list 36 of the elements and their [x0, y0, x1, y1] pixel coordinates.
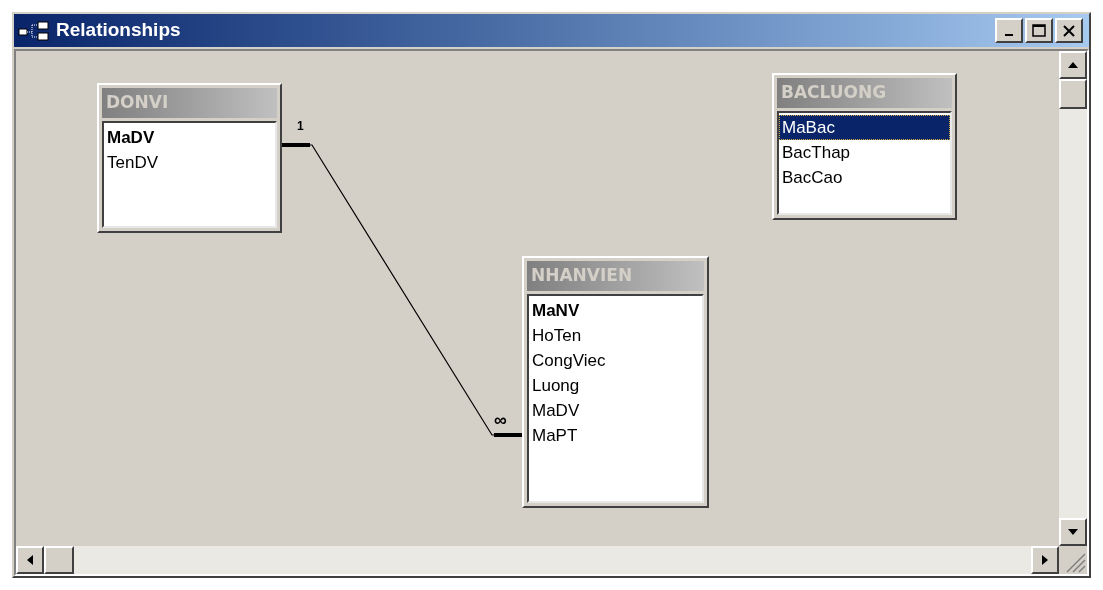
- down-arrow-icon: [1068, 529, 1078, 535]
- field-item[interactable]: CongViec: [529, 348, 702, 373]
- scroll-right-button[interactable]: [1031, 546, 1059, 574]
- relationships-icon: [18, 20, 52, 41]
- window-title: Relationships: [56, 18, 181, 43]
- left-arrow-icon: [27, 555, 33, 565]
- minimize-button[interactable]: [995, 18, 1023, 43]
- vertical-scrollbar[interactable]: [1059, 51, 1087, 546]
- table-window[interactable]: NHANVIEN MaNV HoTen CongViec Luong MaDV MaPT: [522, 256, 709, 508]
- scroll-thumb[interactable]: [44, 546, 74, 574]
- up-arrow-icon: [1068, 62, 1078, 68]
- maximize-icon: [1032, 24, 1046, 37]
- scroll-down-button[interactable]: [1059, 518, 1087, 546]
- field-item[interactable]: BacThap: [779, 140, 950, 165]
- field-item[interactable]: HoTen: [529, 323, 702, 348]
- table-window[interactable]: BACLUONG MaBac BacThap BacCao: [772, 73, 957, 220]
- scroll-left-button[interactable]: [16, 546, 44, 574]
- field-item[interactable]: MaDV: [104, 125, 275, 150]
- field-item[interactable]: MaBac: [779, 115, 950, 140]
- scroll-thumb[interactable]: [1059, 79, 1087, 109]
- field-item[interactable]: BacCao: [779, 165, 950, 190]
- field-item[interactable]: MaDV: [529, 398, 702, 423]
- field-item[interactable]: MaPT: [529, 423, 702, 448]
- one-label: 1: [297, 120, 304, 132]
- table-window[interactable]: DONVI MaDV TenDV: [97, 83, 282, 233]
- close-button[interactable]: [1055, 18, 1083, 43]
- right-arrow-icon: [1042, 555, 1048, 565]
- horizontal-scrollbar[interactable]: [16, 546, 1059, 574]
- field-item[interactable]: Luong: [529, 373, 702, 398]
- field-item[interactable]: MaNV: [529, 298, 702, 323]
- minimize-icon: [1005, 33, 1013, 36]
- scroll-up-button[interactable]: [1059, 51, 1087, 79]
- many-label: ∞: [494, 411, 507, 429]
- close-icon: [1062, 24, 1076, 37]
- maximize-button[interactable]: [1025, 18, 1053, 43]
- field-item[interactable]: TenDV: [104, 150, 275, 175]
